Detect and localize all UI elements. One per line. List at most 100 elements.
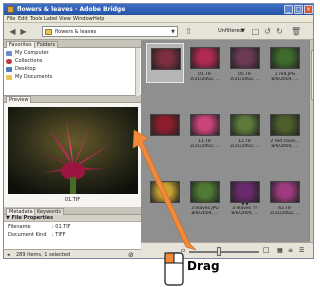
status-bar-left: ◂ 289 items, 1 selected ⊘ <box>4 249 141 258</box>
view-grid-icon[interactable]: ▦ <box>277 247 283 254</box>
thumbnail-date: 3/31/2002, ... <box>269 211 301 216</box>
thumbnail-item[interactable]: 3 leaves.JPG 8/6/2004, ... <box>186 177 224 217</box>
preview-image <box>8 107 138 194</box>
thumbnail-image <box>150 181 180 203</box>
close-button[interactable]: × <box>304 5 313 14</box>
favorite-desktop[interactable]: Desktop <box>6 66 136 73</box>
minimize-button[interactable]: _ <box>284 5 293 14</box>
thumbnail-image <box>270 47 300 69</box>
desktop-icon <box>6 67 12 72</box>
thumbnail-image <box>230 47 260 69</box>
maximize-button[interactable]: □ <box>294 5 303 14</box>
favorites-tabs: Favorites Folders <box>4 40 141 48</box>
favorites-scrollbar[interactable] <box>135 48 140 96</box>
menu-label[interactable]: Label <box>44 16 58 22</box>
thumbnail-image <box>190 47 220 69</box>
metadata-panel: ▼ File Properties Filename : 01.TIF Docu… <box>4 215 141 249</box>
meta-row-document-kind: Document Kind : TIFF <box>8 232 138 239</box>
path-dropdown[interactable]: flowers & leaves ▼ <box>42 26 178 37</box>
tab-favorites[interactable]: Favorites <box>6 41 35 48</box>
path-text: flowers & leaves <box>55 29 97 35</box>
file-properties-header[interactable]: ▼ File Properties <box>4 215 141 222</box>
favorites-list: My Computer Collections Desktop My Docum… <box>4 48 141 96</box>
large-thumbnails-icon[interactable]: □ <box>263 246 270 254</box>
thumbnail-item[interactable]: 05.TIF 3/31/2002, ... <box>226 43 264 83</box>
thumbnail-item[interactable] <box>146 43 184 83</box>
trash-icon[interactable]: 🗑 <box>291 27 301 36</box>
meta-value: : 01.TIF <box>52 224 71 230</box>
tab-preview[interactable]: Preview <box>6 96 32 103</box>
thumbnail-image <box>230 181 260 203</box>
thumbnail-date: 3/31/2002, ... <box>229 144 261 149</box>
left-panel: Favorites Folders My Computer Collection… <box>4 40 141 258</box>
back-icon[interactable]: ◀ <box>8 27 17 36</box>
metadata-tabs: Metadata Keywords <box>4 207 141 215</box>
title-bar: flowers & leaves - Adobe Bridge _ □ × <box>4 4 313 15</box>
thumbnail-image <box>270 114 300 136</box>
thumbnail-item[interactable]: 42.TIF 3/31/2002, ... <box>266 177 304 217</box>
menu-view[interactable]: View <box>59 16 71 22</box>
folder-up-icon[interactable]: ⇧ <box>184 27 193 36</box>
window-title: flowers & leaves - Adobe Bridge <box>17 6 126 13</box>
tab-folders[interactable]: Folders <box>34 41 59 48</box>
view-list-icon[interactable]: ☰ <box>299 247 304 254</box>
documents-folder-icon <box>6 75 12 80</box>
stop-icon[interactable]: ⊘ <box>128 251 134 258</box>
thumbnail-item[interactable]: 12.TIF 3/31/2002, ... <box>226 110 264 150</box>
preview-panel: 01.TIF <box>4 103 141 207</box>
rotate-right-icon[interactable]: ↻ <box>275 27 284 36</box>
menu-tools[interactable]: Tools <box>30 16 42 22</box>
favorite-my-computer[interactable]: My Computer <box>6 50 136 57</box>
grid-scrollbar[interactable] <box>309 40 313 242</box>
menu-file[interactable]: File <box>7 16 15 22</box>
bridge-window: flowers & leaves - Adobe Bridge _ □ × Fi… <box>3 3 314 259</box>
filter-chevron-icon: ▼ <box>241 28 245 34</box>
tab-keywords[interactable]: Keywords <box>34 208 64 215</box>
thumbnail-date: 8/6/2004, ... <box>271 144 299 149</box>
meta-value: : TIFF <box>52 232 66 238</box>
favorite-collections[interactable]: Collections <box>6 58 136 65</box>
thumbnail-image <box>150 114 180 136</box>
thumbnail-item[interactable]: 11.TIF 3/31/2002, ... <box>186 110 224 150</box>
thumbnail-item[interactable]: 1 red.JPG 8/6/2004, ... <box>266 43 304 83</box>
view-details-icon[interactable]: ≡ <box>288 247 293 254</box>
toolbar: ◀ ▶ flowers & leaves ▼ ⇧ Unfiltered ▼ □ … <box>4 23 313 40</box>
new-folder-icon[interactable]: □ <box>251 27 260 36</box>
thumbnail-item[interactable] <box>146 177 184 217</box>
thumbnail-size-slider[interactable] <box>189 251 259 253</box>
thumbnail-image <box>270 181 300 203</box>
computer-icon <box>6 51 12 56</box>
thumbnail-date: 3/31/2002, ... <box>229 77 261 82</box>
collections-icon <box>6 59 12 64</box>
menu-window[interactable]: Window <box>73 16 93 22</box>
thumbnail-date: 3/31/2002, ... <box>189 144 221 149</box>
scroll-thumb[interactable] <box>311 50 313 100</box>
thumbnail-date: 8/6/2004, ... <box>271 77 299 82</box>
slider-knob[interactable] <box>217 247 221 256</box>
forward-icon[interactable]: ▶ <box>19 27 28 36</box>
item-count: 289 items, 1 selected <box>16 252 71 258</box>
thumbnail-image <box>190 114 220 136</box>
meta-row-filename: Filename : 01.TIF <box>8 224 138 231</box>
thumbnail-item[interactable] <box>146 110 184 150</box>
preview-tabs: Preview <box>4 96 141 103</box>
thumbnail-item[interactable]: 01.TIF 3/31/2002, ... <box>186 43 224 83</box>
thumbnail-item[interactable]: 2 red roses... 8/6/2004, ... <box>266 110 304 150</box>
thumbnail-image <box>190 181 220 203</box>
folder-icon <box>45 29 52 35</box>
menu-edit[interactable]: Edit <box>18 16 28 22</box>
filter-dropdown[interactable]: Unfiltered <box>218 28 243 34</box>
thumbnail-item[interactable]: ★★ 3 leaves !!! 8/6/2004, ... <box>226 177 264 217</box>
tab-metadata[interactable]: Metadata <box>6 208 36 215</box>
thumbnail-grid: 01.TIF 3/31/2002, ... 05.TIF 3/31/2002, ...… <box>141 40 313 242</box>
menu-help[interactable]: Help <box>93 16 104 22</box>
favorite-my-documents[interactable]: My Documents <box>6 74 136 81</box>
thumbnail-image <box>230 114 260 136</box>
panel-toggle-icon[interactable]: ◂ <box>7 252 10 258</box>
thumbnail-date: 8/6/2004, ... <box>231 211 259 216</box>
mouse-drag-icon <box>164 252 184 286</box>
drag-label: Drag <box>187 259 220 273</box>
bridge-app-icon <box>7 6 14 13</box>
rotate-left-icon[interactable]: ↺ <box>263 27 272 36</box>
meta-label: Document Kind <box>8 232 47 238</box>
